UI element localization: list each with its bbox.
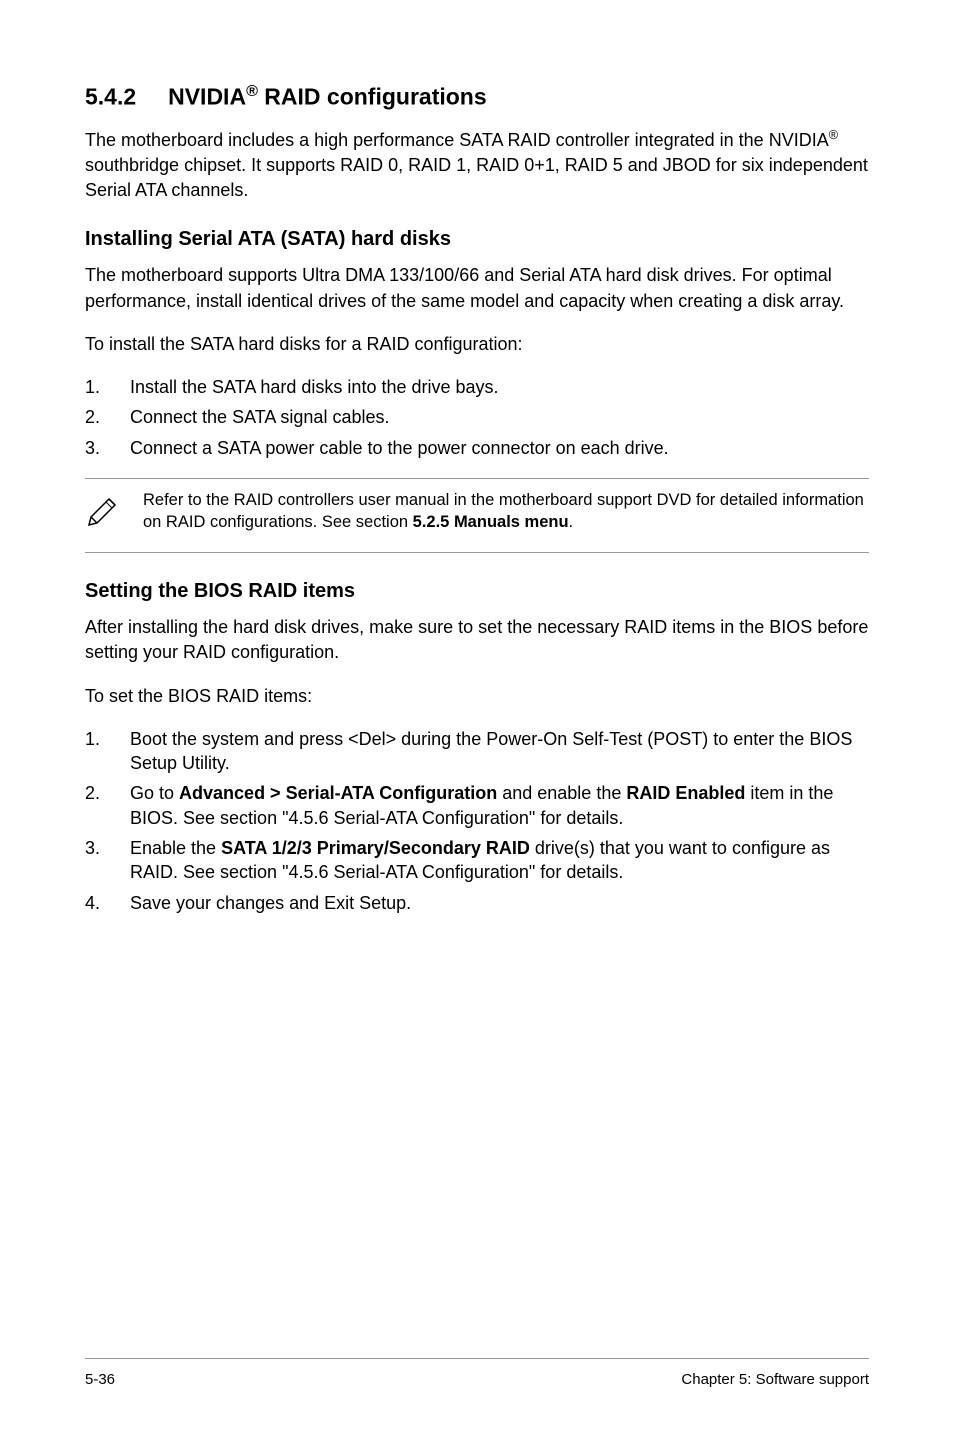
- step-text-pre: Go to: [130, 783, 179, 803]
- step-text: Install the SATA hard disks into the dri…: [130, 377, 499, 397]
- step-text-mid: and enable the: [497, 783, 626, 803]
- sub1-p1: The motherboard supports Ultra DMA 133/1…: [85, 263, 869, 313]
- note-text-bold: 5.2.5 Manuals menu: [413, 513, 569, 531]
- step-text-pre: Enable the: [130, 838, 221, 858]
- step-text-bold1: SATA 1/2/3 Primary/Secondary RAID: [221, 838, 530, 858]
- sub2-p2: To set the BIOS RAID items:: [85, 684, 869, 709]
- section-title-sup: ®: [246, 82, 258, 100]
- note-pencil-icon: [85, 489, 135, 542]
- step-text: Save your changes and Exit Setup.: [130, 893, 411, 913]
- sub1-heading: Installing Serial ATA (SATA) hard disks: [85, 225, 869, 253]
- section-heading: 5.4.2 NVIDIA® RAID configurations: [85, 80, 869, 113]
- step-number: 1.: [85, 727, 100, 751]
- section-title-p1: NVIDIA: [168, 84, 246, 110]
- list-item: 1. Install the SATA hard disks into the d…: [85, 375, 869, 399]
- note-text: Refer to the RAID controllers user manua…: [135, 489, 869, 534]
- intro-p1-sup: ®: [829, 128, 838, 142]
- intro-p1-part1: The motherboard includes a high performa…: [85, 130, 829, 150]
- sub2-p1: After installing the hard disk drives, m…: [85, 615, 869, 665]
- sub2-heading: Setting the BIOS RAID items: [85, 577, 869, 605]
- list-item: 3. Connect a SATA power cable to the powe…: [85, 436, 869, 460]
- step-text-bold2: RAID Enabled: [626, 783, 745, 803]
- sub1-steps: 1. Install the SATA hard disks into the d…: [85, 375, 869, 460]
- list-item: 2. Go to Advanced > Serial-ATA Configura…: [85, 781, 869, 830]
- step-text-bold1: Advanced > Serial-ATA Configuration: [179, 783, 497, 803]
- page-footer: 5-36 Chapter 5: Software support: [85, 1358, 869, 1390]
- step-number: 1.: [85, 375, 100, 399]
- footer-chapter: Chapter 5: Software support: [681, 1369, 869, 1390]
- list-item: 4. Save your changes and Exit Setup.: [85, 891, 869, 915]
- list-item: 1. Boot the system and press <Del> durin…: [85, 727, 869, 776]
- intro-p1-part2: southbridge chipset. It supports RAID 0,…: [85, 155, 868, 200]
- step-number: 3.: [85, 836, 100, 860]
- step-text: Boot the system and press <Del> during t…: [130, 729, 852, 773]
- list-item: 2. Connect the SATA signal cables.: [85, 405, 869, 429]
- list-item: 3. Enable the SATA 1/2/3 Primary/Seconda…: [85, 836, 869, 885]
- footer-page-number: 5-36: [85, 1369, 115, 1390]
- step-text: Connect a SATA power cable to the power …: [130, 438, 669, 458]
- step-number: 4.: [85, 891, 100, 915]
- step-number: 2.: [85, 405, 100, 429]
- section-title-p2: RAID configurations: [258, 84, 487, 110]
- step-text: Connect the SATA signal cables.: [130, 407, 389, 427]
- sub1-p2: To install the SATA hard disks for a RAI…: [85, 332, 869, 357]
- step-number: 2.: [85, 781, 100, 805]
- step-number: 3.: [85, 436, 100, 460]
- sub2-steps: 1. Boot the system and press <Del> durin…: [85, 727, 869, 915]
- note-box: Refer to the RAID controllers user manua…: [85, 478, 869, 553]
- note-text-part2: .: [569, 513, 574, 531]
- section-number: 5.4.2: [85, 84, 136, 110]
- intro-paragraph: The motherboard includes a high performa…: [85, 127, 869, 204]
